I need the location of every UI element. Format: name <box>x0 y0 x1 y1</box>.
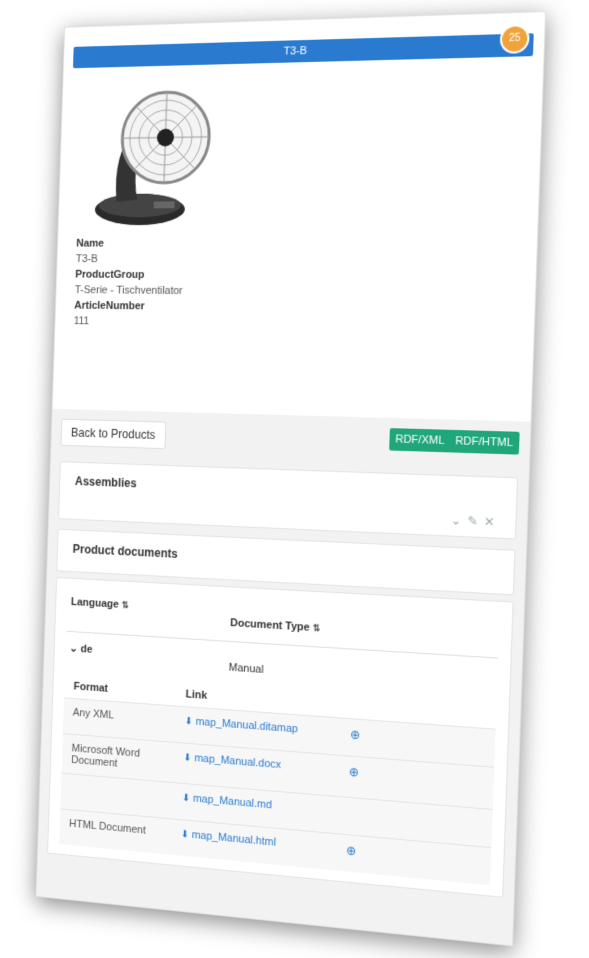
link-text: map_Manual.html <box>191 829 277 849</box>
product-title: T3-B <box>283 44 308 58</box>
chevron-down-icon[interactable]: ⌄ <box>69 643 81 655</box>
screenshot-stage: T3-B 25 Name T3-B ProductGroup T-Serie -… <box>0 0 589 958</box>
binoculars-icon[interactable]: ⊕ <box>348 765 360 790</box>
link-text: map_Manual.docx <box>194 752 282 772</box>
document-type-header[interactable]: Document Type ⇅ <box>230 617 320 634</box>
rdf-html-button[interactable]: RDF/HTML <box>448 429 520 455</box>
wrench-icon[interactable]: ✎ <box>467 514 484 529</box>
chevron-down-icon[interactable]: ⌄ <box>451 513 468 528</box>
sort-icon[interactable]: ⇅ <box>122 600 129 610</box>
download-icon: ⬇ <box>183 752 192 764</box>
notification-badge[interactable]: 25 <box>499 24 530 54</box>
assemblies-panel: Assemblies ⌄✎✕ <box>58 461 519 540</box>
download-link[interactable]: ⬇ map_Manual.html <box>180 828 346 863</box>
format-cell: HTML Document <box>68 817 146 837</box>
download-icon: ⬇ <box>180 829 190 841</box>
download-link[interactable]: ⬇ map_Manual.docx <box>183 751 349 788</box>
download-icon: ⬇ <box>184 716 193 728</box>
desk-fan-image <box>94 82 215 226</box>
binoculars-icon[interactable]: ⊕ <box>350 727 361 748</box>
format-cell: Microsoft Word Document <box>71 742 141 770</box>
formats-subtable: Format Link Any XML ⬇ map_Manual.ditamap … <box>59 670 497 886</box>
product-card: T3-B 25 Name T3-B ProductGroup T-Serie -… <box>35 11 547 947</box>
rdf-xml-button[interactable]: RDF/XML <box>388 428 452 453</box>
format-header: Format <box>73 680 109 695</box>
link-text: map_Manual.md <box>192 792 273 812</box>
link-text: map_Manual.ditamap <box>195 715 299 736</box>
language-value: de <box>80 643 93 656</box>
language-group-cell: ⌄ de <box>69 642 229 665</box>
product-panel: T3-B 25 Name T3-B ProductGroup T-Serie -… <box>52 12 546 422</box>
back-to-products-button[interactable]: Back to Products <box>60 418 167 450</box>
language-header-label: Language <box>70 596 120 611</box>
download-link[interactable]: ⬇ map_Manual.ditamap <box>184 715 350 747</box>
link-header: Link <box>185 688 208 702</box>
product-properties: Name T3-B ProductGroup T-Serie - Tischve… <box>74 236 527 336</box>
download-icon: ⬇ <box>181 792 191 805</box>
sort-icon[interactable]: ⇅ <box>313 623 321 633</box>
document-type-header-label: Document Type <box>229 617 310 634</box>
documents-table: Language ⇅ Document Type ⇅ ⌄ de Manual F… <box>47 577 514 898</box>
panel-tools: ⌄✎✕ <box>451 513 501 530</box>
assemblies-title: Assemblies <box>74 474 137 491</box>
product-title-bar: T3-B 25 <box>72 24 534 69</box>
format-cell <box>70 782 182 811</box>
document-type-value: Manual <box>228 661 264 676</box>
format-cell: Any XML <box>72 706 115 722</box>
close-icon[interactable]: ✕ <box>484 514 501 529</box>
name-label: Name <box>76 237 105 250</box>
binoculars-icon[interactable]: ⊕ <box>346 843 357 864</box>
language-header[interactable]: Language ⇅ <box>71 596 231 617</box>
